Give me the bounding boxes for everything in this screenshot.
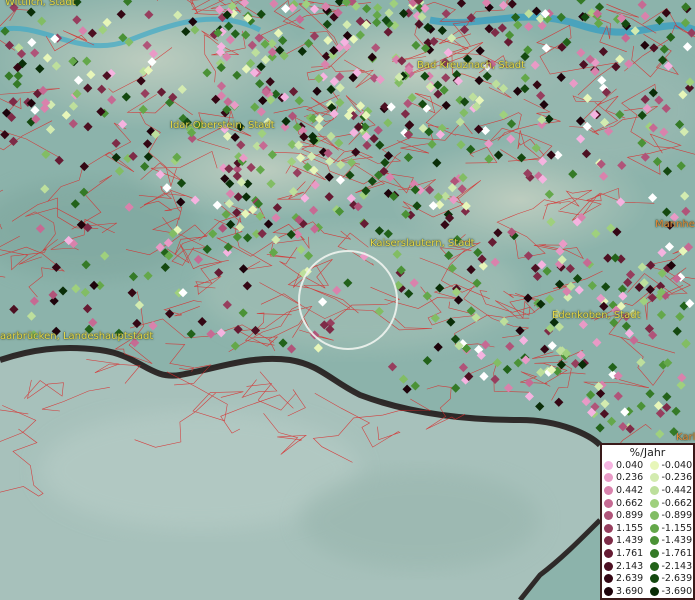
legend-value: -1.761 bbox=[661, 547, 693, 559]
legend-row: 1.439 -1.439 bbox=[602, 535, 693, 548]
city-label-mannheim: Mannhe bbox=[655, 219, 695, 230]
legend-swatch bbox=[649, 586, 659, 596]
legend-panel: %/Jahr 0.040 -0.040 0.236 -0.236 0.442 -0.442… bbox=[600, 443, 695, 600]
legend-swatch bbox=[649, 574, 659, 584]
legend-swatch bbox=[604, 523, 613, 533]
legend-swatch bbox=[649, 548, 659, 558]
legend-entry: 1.439 bbox=[602, 535, 648, 546]
legend-row: 0.040 -0.040 bbox=[602, 459, 693, 472]
city-label-saarbruecken: aarbrücken, Landeshauptstadt bbox=[0, 331, 154, 342]
map-canvas[interactable] bbox=[0, 0, 695, 600]
legend-row: 0.236 -0.236 bbox=[602, 472, 693, 485]
legend-value: -1.155 bbox=[661, 522, 693, 534]
legend-entry: -0.236 bbox=[648, 472, 694, 483]
legend-entry: 0.236 bbox=[602, 472, 648, 483]
legend-entry: 0.899 bbox=[602, 510, 648, 521]
legend-value: -2.143 bbox=[661, 560, 693, 572]
legend-entry: -0.442 bbox=[648, 485, 694, 496]
legend-entry: 2.639 bbox=[602, 573, 648, 584]
legend-entry: 1.155 bbox=[602, 523, 648, 534]
legend-value: -0.442 bbox=[661, 484, 693, 496]
legend-value: 0.662 bbox=[616, 497, 644, 509]
legend-value: 3.690 bbox=[616, 585, 644, 597]
city-label-kaiserslautern: Kaiserslautern, Stadt bbox=[370, 238, 475, 249]
legend-value: -0.236 bbox=[661, 472, 693, 484]
legend-row: 1.761 -1.761 bbox=[602, 547, 693, 560]
legend-swatch bbox=[604, 473, 613, 483]
city-label-idar-oberstein: Idar-Oberstein, Stadt bbox=[170, 120, 275, 131]
legend-swatch bbox=[649, 498, 659, 508]
legend-entry: 1.761 bbox=[602, 548, 648, 559]
legend-entry: -0.662 bbox=[648, 498, 694, 509]
legend-swatch bbox=[649, 523, 659, 533]
legend-entry: -2.639 bbox=[648, 573, 694, 584]
legend-value: 1.155 bbox=[616, 522, 644, 534]
legend-swatch bbox=[604, 460, 613, 470]
legend-swatch bbox=[649, 511, 659, 521]
legend-value: -2.639 bbox=[661, 573, 693, 585]
legend-row: 3.690 -3.690 bbox=[602, 585, 693, 598]
legend-entry: 0.662 bbox=[602, 498, 648, 509]
city-label-edenkoben: Edenkoben, Stadt bbox=[552, 310, 641, 321]
legend-entry: -1.761 bbox=[648, 548, 694, 559]
city-label-karlsruhe: Karl bbox=[676, 432, 695, 443]
legend-swatch bbox=[604, 498, 613, 508]
legend-value: 0.040 bbox=[616, 459, 644, 471]
legend-swatch bbox=[604, 548, 613, 558]
legend-value: 0.442 bbox=[616, 484, 644, 496]
legend-swatch bbox=[649, 473, 659, 483]
legend-value: -3.690 bbox=[661, 585, 693, 597]
legend-entry: 2.143 bbox=[602, 561, 648, 572]
legend-row: 2.639 -2.639 bbox=[602, 572, 693, 585]
legend-swatch bbox=[604, 561, 613, 571]
legend-row: 1.155 -1.155 bbox=[602, 522, 693, 535]
legend-value: -0.899 bbox=[661, 510, 693, 522]
legend-entry: 3.690 bbox=[602, 586, 648, 597]
legend-row: 0.442 -0.442 bbox=[602, 484, 693, 497]
legend-swatch bbox=[649, 485, 659, 495]
legend-entry: -3.690 bbox=[648, 586, 694, 597]
legend-entry: -2.143 bbox=[648, 561, 694, 572]
legend-value: 0.236 bbox=[616, 472, 644, 484]
legend-entry: 0.040 bbox=[602, 460, 648, 471]
legend-swatch bbox=[649, 460, 659, 470]
legend-swatch bbox=[604, 574, 613, 584]
legend-swatch bbox=[604, 485, 613, 495]
legend-swatch bbox=[604, 586, 613, 596]
legend-title: %/Jahr bbox=[629, 446, 666, 459]
legend-value: 1.439 bbox=[616, 535, 644, 547]
legend-entry: -0.040 bbox=[648, 460, 694, 471]
city-label-wittlich: Wittlich, Stadt bbox=[5, 0, 76, 8]
legend-swatch bbox=[649, 536, 659, 546]
legend-value: 0.899 bbox=[616, 510, 644, 522]
legend-value: -1.439 bbox=[661, 535, 693, 547]
legend-row: 0.899 -0.899 bbox=[602, 509, 693, 522]
legend-swatch bbox=[649, 561, 659, 571]
legend-swatch bbox=[604, 536, 613, 546]
legend-entry: -1.155 bbox=[648, 523, 694, 534]
legend-value: -0.040 bbox=[661, 459, 693, 471]
legend-row: 2.143 -2.143 bbox=[602, 560, 693, 573]
legend-swatch bbox=[604, 511, 613, 521]
legend-value: -0.662 bbox=[661, 497, 693, 509]
city-label-bad-kreuznach: Bad Kreuznach, Stadt bbox=[417, 60, 526, 71]
legend-value: 2.143 bbox=[616, 560, 644, 572]
legend-entry: -1.439 bbox=[648, 535, 694, 546]
legend-entry: -0.899 bbox=[648, 510, 694, 521]
legend-value: 2.639 bbox=[616, 573, 644, 585]
legend-row: 0.662 -0.662 bbox=[602, 497, 693, 510]
legend-value: 1.761 bbox=[616, 547, 644, 559]
legend-entry: 0.442 bbox=[602, 485, 648, 496]
legend-rows: 0.040 -0.040 0.236 -0.236 0.442 -0.442 0.662 -0… bbox=[602, 459, 693, 598]
